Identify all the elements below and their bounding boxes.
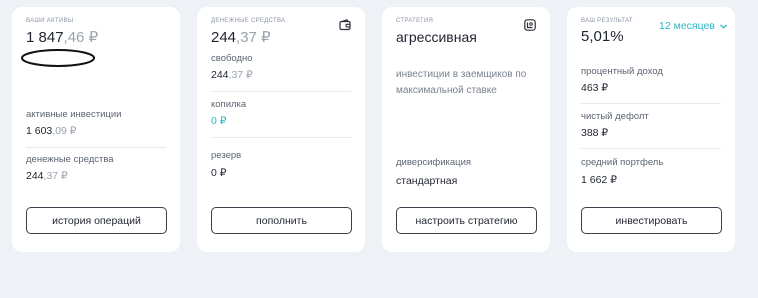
active-investments-frac: ,09 ₽ — [52, 125, 77, 137]
reserve-label: резерв — [211, 150, 242, 161]
diversification-value: стандартная — [396, 175, 458, 187]
active-investments-int: 1 603 — [26, 125, 53, 137]
average-portfolio-label: средний портфель — [581, 157, 664, 168]
strategy-icon[interactable] — [524, 19, 536, 31]
free-int: 244 — [211, 69, 229, 81]
invest-button[interactable]: инвестировать — [581, 207, 722, 234]
active-investments-value: 1 603,09 ₽ — [26, 125, 76, 137]
result-card: ваш результат 12 месяцев 5,01% процентны… — [567, 7, 735, 252]
free-label: свободно — [211, 53, 253, 64]
top-up-button[interactable]: пополнить — [211, 207, 352, 234]
divider — [581, 103, 721, 104]
assets-card: ваши активы 1 847,46 ₽ активные инвестиц… — [12, 7, 180, 252]
diversification-label: диверсификация — [396, 157, 472, 168]
strategy-title: агрессивная — [396, 29, 477, 45]
cash-value: 244,37 ₽ — [26, 170, 68, 182]
strategy-description: инвестиции в заемщиков по максимальной с… — [396, 69, 527, 96]
cash-card-total-frac: ,37 ₽ — [236, 29, 271, 46]
cash-card-caption: денежные средства — [211, 18, 286, 24]
divider — [581, 148, 721, 149]
strategy-card: стратегия агрессивная инвестиции в заемщ… — [382, 7, 550, 252]
active-investments-label: активные инвестиции — [26, 109, 122, 120]
cash-card-total: 244,37 ₽ — [211, 28, 271, 46]
operations-history-button[interactable]: история операций — [26, 207, 167, 234]
result-caption: ваш результат — [581, 18, 633, 24]
cash-card-total-int: 244 — [211, 29, 237, 46]
assets-caption: ваши активы — [26, 18, 74, 24]
interest-income-value: 463 ₽ — [581, 82, 609, 94]
handwritten-ellipse-mark — [21, 49, 95, 67]
average-portfolio-value: 1 662 ₽ — [581, 174, 617, 186]
cash-card: денежные средства 244,37 ₽ свободно 244,… — [197, 7, 365, 252]
free-frac: ,37 ₽ — [228, 69, 253, 81]
interest-income-label: процентный доход — [581, 66, 663, 77]
divider — [26, 147, 166, 148]
wallet-icon[interactable] — [339, 19, 351, 31]
piggy-bank-value: 0 ₽ — [211, 115, 227, 127]
free-value: 244,37 ₽ — [211, 69, 253, 81]
net-default-label: чистый дефолт — [581, 111, 649, 122]
divider — [211, 137, 351, 138]
strategy-caption: стратегия — [396, 18, 434, 24]
cash-frac: ,37 ₽ — [43, 170, 68, 182]
chevron-down-icon — [719, 24, 727, 29]
assets-total: 1 847,46 ₽ — [26, 28, 98, 46]
result-rate: 5,01% — [581, 28, 624, 45]
assets-total-frac: ,46 ₽ — [63, 29, 99, 46]
cash-label: денежные средства — [26, 154, 114, 165]
reserve-value: 0 ₽ — [211, 167, 227, 179]
cash-int: 244 — [26, 170, 44, 182]
net-default-value: 388 ₽ — [581, 127, 609, 139]
assets-total-int: 1 847 — [26, 29, 64, 46]
divider — [211, 91, 351, 92]
piggy-bank-label: копилка — [211, 99, 247, 110]
configure-strategy-button[interactable]: настроить стратегию — [396, 207, 537, 234]
period-selector[interactable]: 12 месяцев — [659, 20, 727, 32]
period-label: 12 месяцев — [659, 20, 715, 32]
